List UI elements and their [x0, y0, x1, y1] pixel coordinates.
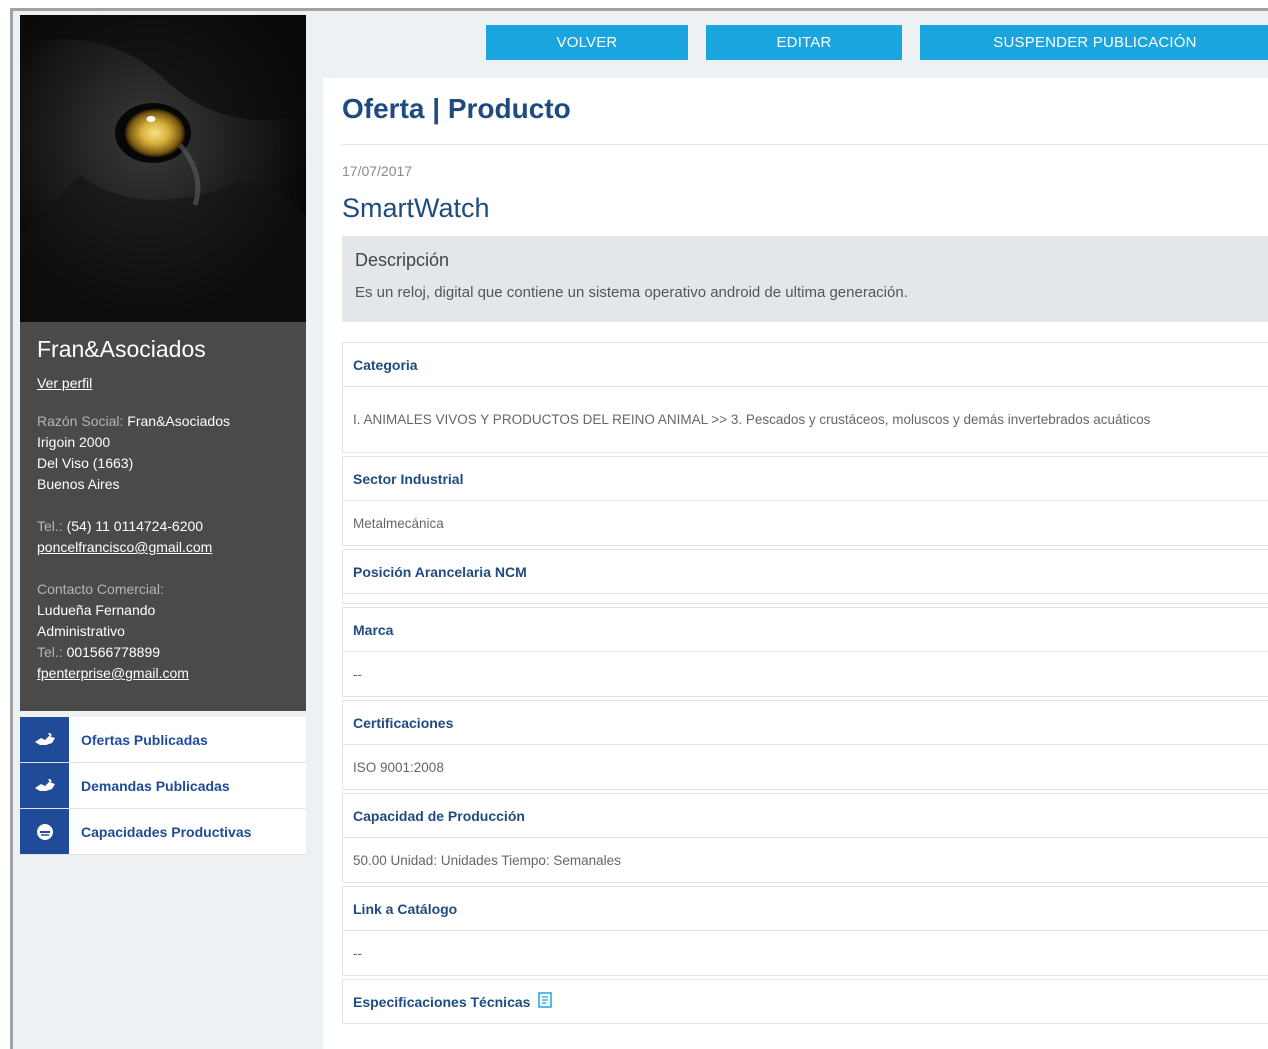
sidebar-menu: Ofertas Publicadas Demandas Publicadas C…	[20, 717, 306, 855]
field-value-link-catalogo: --	[342, 931, 1268, 976]
field-label-capacidad: Capacidad de Producción	[342, 793, 1268, 838]
description-text: Es un reloj, digital que contiene un sis…	[355, 284, 908, 301]
gauge-icon	[20, 809, 69, 854]
contact-email-link[interactable]: fpenterprise@gmail.com	[37, 665, 189, 681]
sidebar-item-ofertas[interactable]: Ofertas Publicadas	[20, 717, 306, 763]
razon-social-label: Razón Social:	[37, 413, 124, 429]
sidebar-item-capacidades[interactable]: Capacidades Productivas	[20, 809, 306, 855]
description-box: Descripción Es un reloj, digital que con…	[342, 236, 1268, 322]
field-value-categoria: I. ANIMALES VIVOS Y PRODUCTOS DEL REINO …	[342, 387, 1268, 453]
field-value-marca: --	[342, 652, 1268, 697]
back-button[interactable]: VOLVER	[486, 25, 688, 60]
field-label-categoria: Categoria	[342, 342, 1268, 387]
contact-tel-label: Tel.:	[37, 644, 63, 660]
company-name: Fran&Asociados	[37, 336, 206, 362]
tel-value: (54) 11 0114724-6200	[66, 518, 204, 534]
field-label-especificaciones: Especificaciones Técnicas	[342, 979, 1268, 1024]
field-label-link-catalogo: Link a Catálogo	[342, 886, 1268, 931]
razon-social-value: Fran&Asociados	[127, 413, 230, 429]
action-toolbar: VOLVER EDITAR SUSPENDER PUBLICACIÓN	[486, 25, 1268, 60]
sidebar-item-label: Demandas Publicadas	[81, 777, 230, 794]
field-value-sector: Metalmecánica	[342, 501, 1268, 546]
sidebar-item-label: Capacidades Productivas	[81, 823, 252, 840]
commercial-contact: Contacto Comercial: Ludueña Fernando Adm…	[37, 579, 290, 684]
field-label-posicion-ncm: Posición Arancelaria NCM	[342, 549, 1268, 594]
handshake-icon	[20, 717, 69, 762]
tel-label: Tel.:	[37, 518, 63, 534]
offer-detail-panel: Oferta | Producto 17/07/2017 SmartWatch …	[323, 78, 1268, 1049]
contact-tel-value: 001566778899	[66, 644, 161, 660]
contact-name: Ludueña Fernando	[37, 602, 156, 618]
address-line: Buenos Aires	[37, 476, 120, 492]
field-value-certificaciones: ISO 9001:2008	[342, 745, 1268, 790]
company-email-link[interactable]: poncelfrancisco@gmail.com	[37, 539, 212, 555]
sidebar-item-label: Ofertas Publicadas	[81, 731, 208, 748]
document-icon[interactable]	[538, 992, 553, 1011]
product-fields: Categoria I. ANIMALES VIVOS Y PRODUCTOS …	[342, 342, 1268, 1024]
publication-date: 17/07/2017	[342, 163, 413, 179]
edit-button[interactable]: EDITAR	[706, 25, 902, 60]
sidebar: Fran&Asociados Ver perfil Razón Social: …	[20, 15, 306, 855]
company-profile-image	[20, 15, 306, 322]
address-line: Del Viso (1663)	[37, 455, 134, 471]
description-title: Descripción	[355, 250, 450, 270]
company-info-card: Fran&Asociados Ver perfil Razón Social: …	[20, 322, 306, 711]
field-value-posicion-ncm	[342, 594, 1268, 604]
address-line: Irigoin 2000	[37, 434, 111, 450]
field-label-marca: Marca	[342, 607, 1268, 652]
field-label-certificaciones: Certificaciones	[342, 700, 1268, 745]
field-label-sector: Sector Industrial	[342, 456, 1268, 501]
page-frame: Fran&Asociados Ver perfil Razón Social: …	[10, 8, 1268, 1049]
company-contact: Tel.: (54) 11 0114724-6200 poncelfrancis…	[37, 516, 290, 558]
especificaciones-label-text: Especificaciones Técnicas	[353, 993, 531, 1010]
company-address: Razón Social: Fran&Asociados Irigoin 200…	[37, 411, 290, 495]
suspend-publication-button[interactable]: SUSPENDER PUBLICACIÓN	[920, 25, 1268, 60]
view-profile-link[interactable]: Ver perfil	[37, 375, 290, 391]
contact-role: Administrativo	[37, 623, 125, 639]
handshake-icon	[20, 763, 69, 808]
field-value-capacidad: 50.00 Unidad: Unidades Tiempo: Semanales	[342, 838, 1268, 883]
page-title: Oferta | Producto	[342, 78, 1268, 145]
sidebar-item-demandas[interactable]: Demandas Publicadas	[20, 763, 306, 809]
product-title: SmartWatch	[342, 193, 490, 223]
contact-label: Contacto Comercial:	[37, 581, 164, 597]
